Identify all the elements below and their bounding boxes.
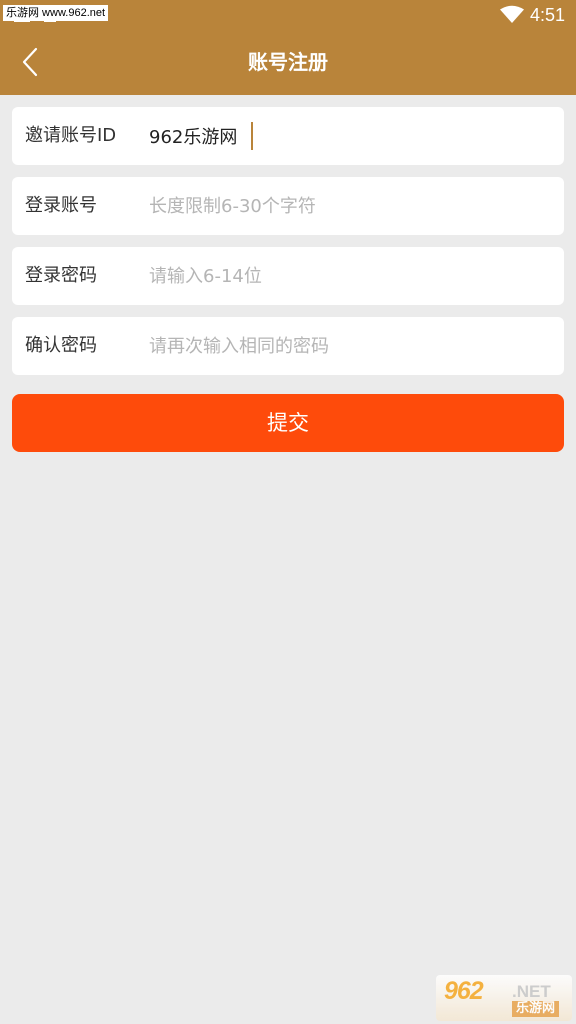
confirm-password-label: 确认密码 (25, 335, 97, 356)
submit-button[interactable]: 提交 (12, 394, 564, 452)
invite-id-input[interactable] (149, 116, 549, 156)
watermark-logo-number: 962 (444, 977, 484, 1005)
status-bar: 乐游网 www.962.net 4:51 (0, 0, 576, 30)
page-title: 账号注册 (248, 50, 328, 74)
watermark-logo-name: 乐游网 (512, 1001, 560, 1017)
account-label: 登录账号 (25, 195, 97, 216)
account-input[interactable] (149, 186, 549, 226)
text-cursor (251, 122, 253, 150)
status-time: 4:51 (530, 5, 566, 25)
password-label: 登录密码 (25, 265, 97, 286)
invite-id-label: 邀请账号ID (25, 125, 117, 146)
confirm-password-row: 确认密码 (12, 317, 564, 375)
password-row: 登录密码 (12, 247, 564, 305)
confirm-password-input[interactable] (149, 326, 549, 366)
watermark-text: 乐游网 www.962.net (3, 5, 109, 21)
watermark-logo: 962 .NET 乐游网 (436, 975, 572, 1021)
invite-id-row: 邀请账号ID (12, 107, 564, 165)
watermark-logo-suffix: .NET (512, 982, 551, 1001)
app-bar: 账号注册 (0, 30, 576, 95)
wifi-icon (500, 5, 524, 23)
account-row: 登录账号 (12, 177, 564, 235)
password-input[interactable] (149, 256, 549, 296)
